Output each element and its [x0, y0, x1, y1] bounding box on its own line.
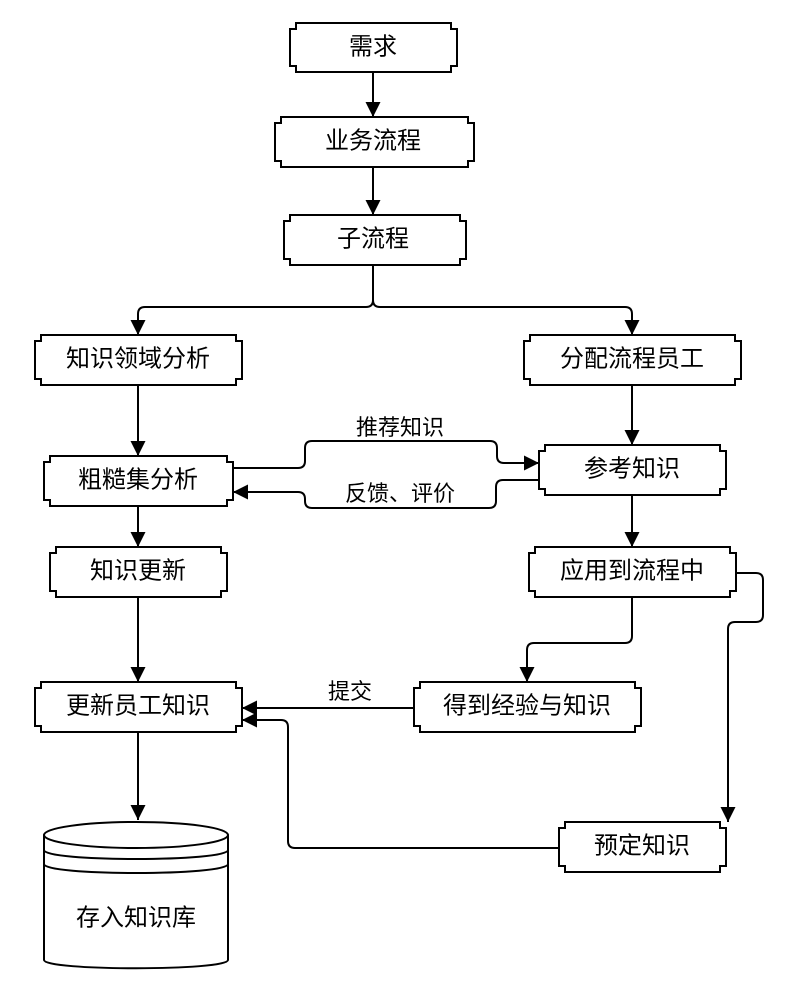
edge-n6-n7: [233, 441, 539, 468]
node-rough-set-analysis: 粗糙集分析: [44, 456, 233, 506]
label-subprocess: 子流程: [337, 226, 409, 253]
label-assign-process-staff: 分配流程员工: [560, 346, 704, 373]
label-store-knowledge-base: 存入知识库: [76, 905, 196, 932]
label-business-process: 业务流程: [325, 128, 421, 155]
flowchart-diagram: 需求 业务流程 子流程 知识领域分析 分配流程员工 粗糙集分析 参考知识 知识更…: [0, 0, 794, 1000]
label-reference-knowledge: 参考知识: [584, 456, 680, 483]
edge-n9-n11: [527, 597, 632, 682]
edge-label-feedback: 反馈、评价: [345, 481, 455, 506]
node-assign-process-staff: 分配流程员工: [524, 335, 741, 385]
node-business-process: 业务流程: [275, 117, 474, 167]
edge-n3-n4: [138, 265, 373, 335]
edge-label-submit: 提交: [328, 679, 372, 704]
label-requirement: 需求: [349, 34, 397, 61]
node-subprocess: 子流程: [284, 215, 466, 265]
edge-n12-n10: [242, 720, 559, 848]
label-reserve-knowledge: 预定知识: [594, 833, 690, 860]
label-apply-to-process: 应用到流程中: [560, 558, 704, 585]
label-knowledge-domain-analysis: 知识领域分析: [66, 346, 210, 373]
label-knowledge-update: 知识更新: [90, 558, 186, 585]
node-gain-experience: 得到经验与知识: [414, 682, 641, 732]
node-apply-to-process: 应用到流程中: [529, 547, 736, 597]
edge-label-recommend: 推荐知识: [356, 415, 444, 440]
label-gain-experience: 得到经验与知识: [443, 693, 611, 720]
node-knowledge-domain-analysis: 知识领域分析: [35, 335, 242, 385]
edge-n3-n5: [373, 265, 632, 335]
node-reserve-knowledge: 预定知识: [559, 822, 726, 872]
node-reference-knowledge: 参考知识: [539, 445, 726, 495]
label-rough-set-analysis: 粗糙集分析: [78, 467, 198, 494]
node-update-staff-knowledge: 更新员工知识: [35, 682, 242, 732]
node-store-knowledge-base: 存入知识库: [44, 822, 228, 968]
label-update-staff-knowledge: 更新员工知识: [66, 693, 210, 720]
edge-n9-n12: [728, 573, 763, 822]
node-knowledge-update: 知识更新: [50, 547, 227, 597]
node-requirement: 需求: [290, 23, 457, 72]
